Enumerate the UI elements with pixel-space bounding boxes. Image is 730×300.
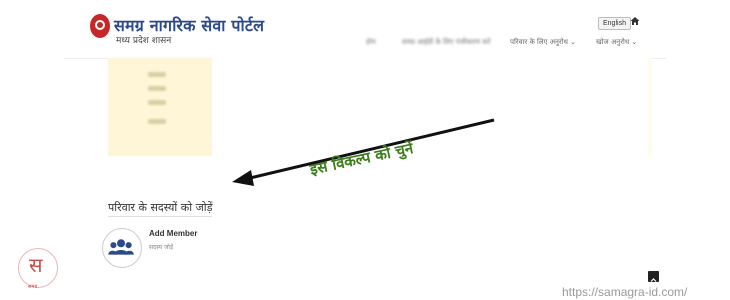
- scroll-to-top-button[interactable]: [648, 271, 659, 282]
- section-divider: [108, 216, 212, 217]
- add-member-subtitle: सदस्य जोड़ें: [149, 244, 174, 251]
- home-icon[interactable]: [630, 16, 640, 26]
- add-member-title[interactable]: Add Member: [149, 229, 197, 238]
- nav-item-search-request[interactable]: खोज अनुरोध ⌄: [596, 38, 637, 47]
- annotation-overlay: [212, 54, 648, 232]
- watermark-logo-glyph: स: [29, 253, 43, 277]
- blurred-line: [148, 86, 166, 91]
- blurred-line: [148, 119, 166, 124]
- users-icon: [108, 239, 134, 255]
- portal-logo-icon[interactable]: [90, 14, 110, 38]
- portal-header: समग्र नागरिक सेवा पोर्टल मध्य प्रदेश शास…: [64, 0, 666, 59]
- language-button[interactable]: English: [598, 17, 631, 30]
- nav-item-register[interactable]: समग्र आईडी के लिए पंजीकरण करें: [402, 38, 490, 47]
- blurred-line: [148, 72, 166, 77]
- nav-item-home[interactable]: होम: [366, 38, 376, 47]
- blurred-line: [148, 100, 166, 105]
- add-member-card[interactable]: [102, 228, 142, 268]
- watermark-logo-label: समग्र: [28, 284, 38, 290]
- nav-item-family-request[interactable]: परिवार के लिए अनुरोध ⌄: [510, 38, 576, 47]
- watermark-url: https://samagra-id.com/: [562, 285, 688, 299]
- section-title: परिवार के सदस्यों को जोड़ें: [108, 201, 213, 214]
- portal-subtitle: मध्य प्रदेश शासन: [116, 36, 172, 46]
